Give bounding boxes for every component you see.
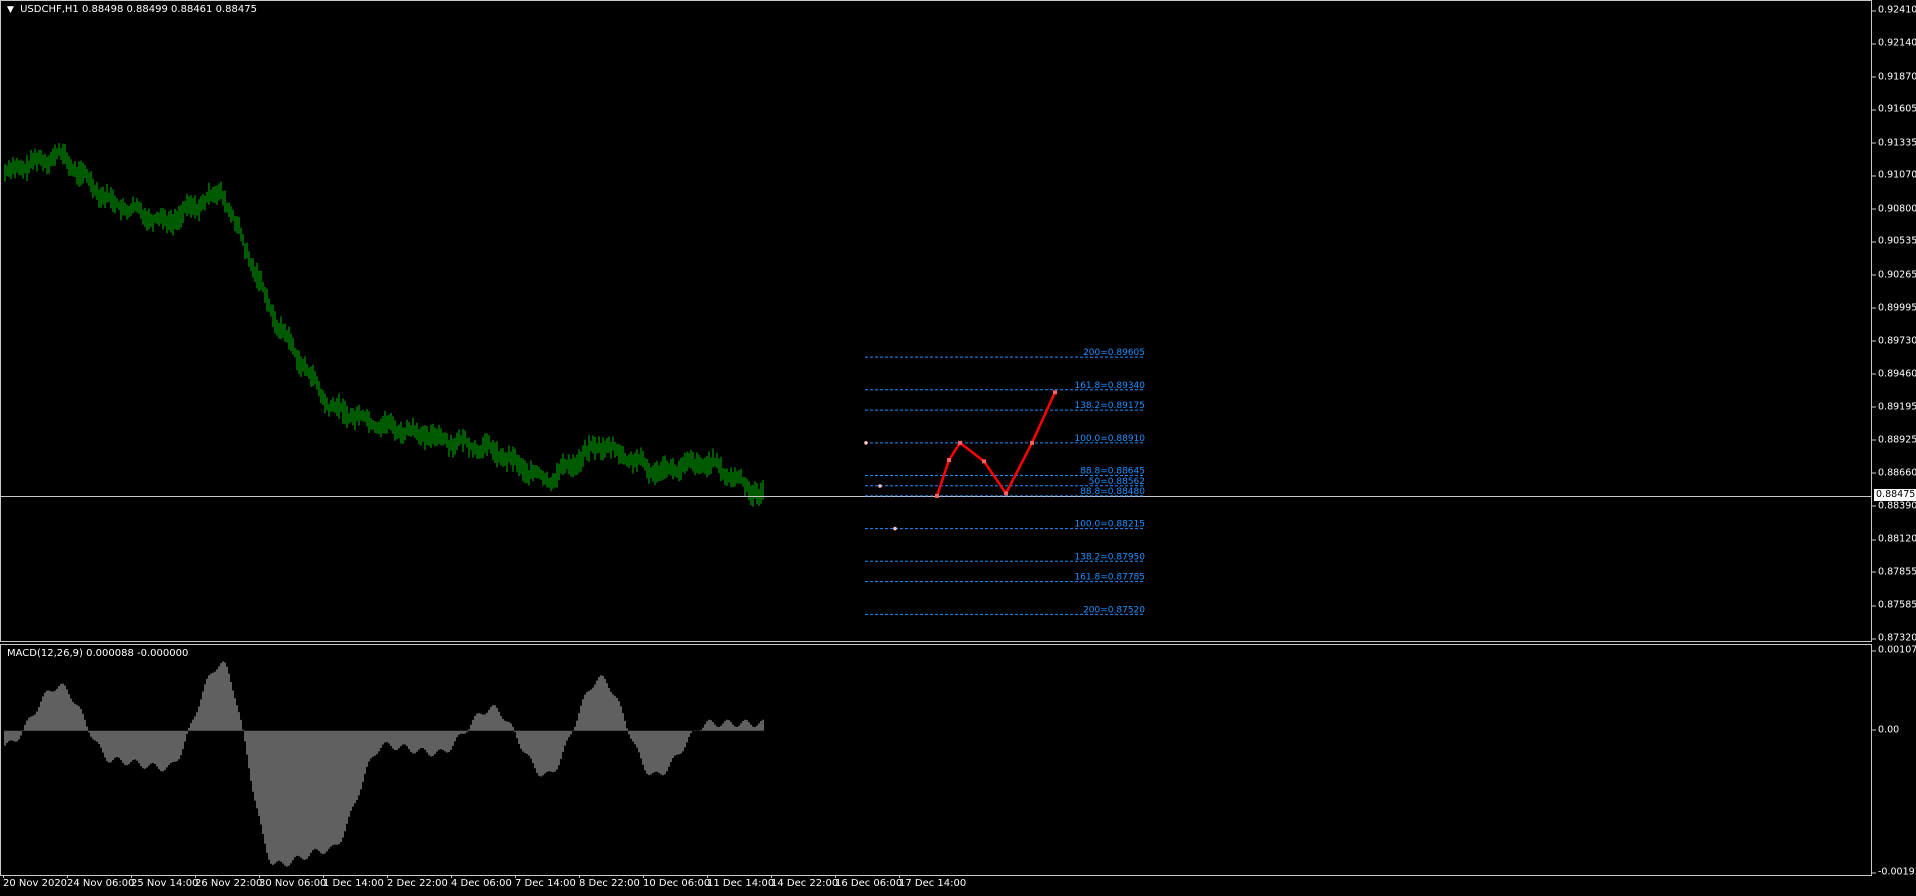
fibonacci-levels: 200=0.89605 161.8=0.89340 138.2=0.89175 100…: [864, 348, 1145, 615]
time-tick-label: 8 Dec 22:00: [579, 875, 640, 889]
price-tick-label: 0.92140: [1871, 37, 1916, 49]
macd-axis[interactable]: 0.001073 0.00 -0.001912: [1871, 644, 1916, 878]
time-tick-label: 14 Dec 22:00: [771, 875, 839, 889]
main-chart-pane[interactable]: 200=0.89605 161.8=0.89340 138.2=0.89175 100…: [0, 0, 1872, 642]
time-tick-label: 17 Dec 14:00: [899, 875, 967, 889]
fibo-label: 138.2=0.87950: [1074, 552, 1145, 562]
price-tick-label: 0.91605: [1871, 103, 1916, 115]
time-axis[interactable]: 20 Nov 2020 24 Nov 06:00 25 Nov 14:00 26 No…: [0, 875, 1872, 896]
projected-pattern-line: [935, 391, 1057, 497]
macd-histogram: [4, 661, 764, 867]
fibo-label: 200=0.89605: [1083, 348, 1145, 358]
pattern-vertex: [1030, 440, 1034, 445]
time-tick-label: 2 Dec 22:00: [387, 875, 448, 889]
time-tick-label: 4 Dec 06:00: [451, 875, 512, 889]
time-tick-label: 30 Nov 06:00: [259, 875, 327, 889]
price-tick-label: 0.87855: [1871, 566, 1916, 578]
pattern-vertex: [947, 458, 951, 463]
collapse-triangle-icon[interactable]: ▼: [7, 5, 14, 15]
pattern-vertex: [982, 459, 986, 464]
ohlc-values: 0.88498 0.88499 0.88461 0.88475: [81, 4, 257, 15]
time-tick-label: 24 Nov 06:00: [67, 875, 135, 889]
current-price-marker: 0.88475: [1874, 489, 1916, 502]
time-tick-label: 7 Dec 14:00: [515, 875, 576, 889]
price-tick-label: 0.89995: [1871, 302, 1916, 314]
time-tick-label: 11 Dec 14:00: [707, 875, 775, 889]
fibo-anchor-point: [864, 441, 868, 445]
price-tick-label: 0.90800: [1871, 203, 1916, 215]
macd-tick-label: 0.00: [1871, 724, 1900, 736]
price-tick-label: 0.88120: [1871, 533, 1916, 545]
time-tick-label: 20 Nov 2020: [3, 875, 68, 889]
price-tick-label: 0.92410: [1871, 4, 1916, 16]
fibo-label: 161.8=0.87785: [1074, 573, 1145, 583]
price-tick-label: 0.88660: [1871, 467, 1916, 479]
time-tick-label: 1 Dec 14:00: [323, 875, 384, 889]
fibo-label: 200=0.87520: [1083, 605, 1145, 615]
fibo-label: 88.8=0.88480: [1080, 487, 1145, 497]
macd-tick-label: -0.001912: [1872, 867, 1916, 878]
fibo-anchor-point: [878, 484, 882, 488]
price-tick-label: 0.88390: [1871, 500, 1916, 512]
macd-histogram-canvas[interactable]: [1, 645, 1871, 875]
price-tick-label: 0.89195: [1871, 401, 1916, 413]
price-tick-label: 0.91870: [1871, 71, 1916, 83]
price-chart-canvas[interactable]: 200=0.89605 161.8=0.89340 138.2=0.89175 100…: [1, 1, 1871, 641]
price-tick-label: 0.88925: [1871, 434, 1916, 446]
macd-pane[interactable]: MACD(12,26,9) 0.000088 -0.000000: [0, 644, 1872, 876]
fibo-label: 50=0.88562: [1089, 477, 1145, 487]
candlestick-bars: [4, 143, 764, 507]
price-axis[interactable]: 0.92410 0.92140 0.91870 0.91605 0.91335 0.910…: [1871, 0, 1916, 644]
fibo-label: 100.0=0.88215: [1074, 520, 1145, 530]
fibo-label: 161.8=0.89340: [1074, 381, 1145, 391]
price-tick-label: 0.89460: [1871, 368, 1916, 380]
price-tick-label: 0.91070: [1871, 169, 1916, 181]
time-tick-label: 26 Nov 22:00: [195, 875, 263, 889]
pattern-vertex: [1004, 491, 1008, 496]
time-tick-label: 10 Dec 06:00: [643, 875, 711, 889]
time-tick-label: 25 Nov 14:00: [131, 875, 199, 889]
pattern-vertex: [1053, 390, 1057, 395]
price-tick-label: 0.87320: [1871, 632, 1916, 644]
macd-tick-label: 0.001073: [1871, 645, 1916, 656]
symbol-label: USDCHF,H1: [20, 4, 79, 15]
price-tick-label: 0.89730: [1871, 335, 1916, 347]
fibo-label: 138.2=0.89175: [1074, 401, 1145, 411]
price-tick-label: 0.90535: [1871, 235, 1916, 247]
price-tick-label: 0.90265: [1871, 269, 1916, 281]
pattern-vertex: [935, 493, 939, 498]
symbol-header: ▼ USDCHF,H1 0.88498 0.88499 0.88461 0.88…: [7, 4, 257, 15]
fibo-anchor-point: [893, 526, 897, 531]
macd-label: MACD(12,26,9) 0.000088 -0.000000: [7, 648, 189, 659]
fibo-label: 88.8=0.88645: [1080, 467, 1145, 477]
pattern-vertex: [958, 440, 962, 445]
time-tick-label: 16 Dec 06:00: [835, 875, 903, 889]
fibo-label: 100.0=0.88910: [1074, 434, 1145, 444]
price-tick-label: 0.87585: [1871, 599, 1916, 611]
price-tick-label: 0.91335: [1871, 137, 1916, 149]
